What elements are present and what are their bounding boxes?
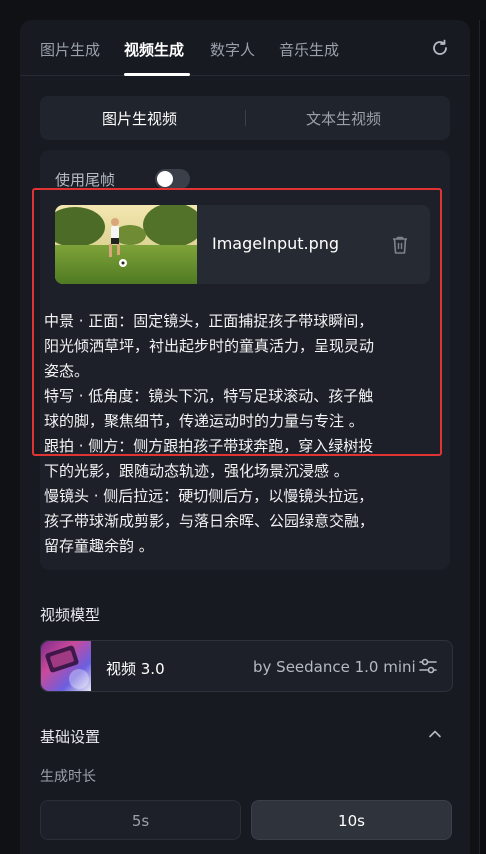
video-generation-panel: 图片生成 视频生成 数字人 音乐生成 图片生视频 文本生视频 使用尾帧 Imag… <box>20 20 470 854</box>
chevron-up-icon[interactable] <box>428 727 442 741</box>
duration-5s-option[interactable]: 5s <box>40 800 241 840</box>
duration-label: 生成时长 <box>40 769 96 785</box>
prompt-line: 球的脚，聚焦细节，传递运动时的力量与专注 。 <box>44 412 364 430</box>
toggle-knob <box>157 171 173 187</box>
active-tab-indicator <box>124 73 190 76</box>
tab-image-generation[interactable]: 图片生成 <box>40 39 100 60</box>
prompt-line: 慢镜头 · 侧后拉远：硬切侧后方，以慢镜头拉远， <box>44 487 374 505</box>
model-thumbnail <box>41 641 91 691</box>
tab-digital-human[interactable]: 数字人 <box>210 39 255 60</box>
prompt-line: 阳光倾洒草坪，衬出起步时的童真活力，呈现灵动 <box>44 337 375 355</box>
top-tabs: 图片生成 视频生成 数字人 音乐生成 <box>20 20 470 76</box>
mode-switch: 图片生视频 文本生视频 <box>40 96 450 140</box>
scroll-edge <box>479 20 486 854</box>
prompt-line: 中景 · 正面：固定镜头，正面捕捉孩子带球瞬间， <box>44 312 374 330</box>
prompt-line: 跟拍 · 侧方：侧方跟拍孩子带球奔跑，穿入绿树投 <box>44 437 374 455</box>
settings-sliders-icon[interactable] <box>418 656 438 676</box>
tab-music-generation[interactable]: 音乐生成 <box>279 39 339 60</box>
prompt-line: 下的光影，跟随动态轨迹，强化场景沉浸感 。 <box>44 462 349 480</box>
text-to-video-option[interactable]: 文本生视频 <box>306 108 381 129</box>
video-model-selector[interactable]: 视频 3.0 by Seedance 1.0 mini <box>40 640 453 692</box>
basic-settings-title: 基础设置 <box>40 728 101 746</box>
refresh-icon[interactable] <box>430 38 450 58</box>
duration-10s-option[interactable]: 10s <box>251 800 452 840</box>
mode-divider <box>245 110 246 126</box>
prompt-line: 留存童趣余韵 。 <box>44 537 154 555</box>
image-to-video-option[interactable]: 图片生视频 <box>102 108 177 129</box>
video-model-title: 视频模型 <box>40 606 101 624</box>
prompt-line: 特写 · 低角度：镜头下沉，特写足球滚动、孩子触 <box>44 387 374 405</box>
tail-frame-toggle[interactable] <box>155 169 190 189</box>
tail-frame-label: 使用尾帧 <box>55 171 116 189</box>
model-name: 视频 3.0 <box>106 660 165 678</box>
tab-video-generation[interactable]: 视频生成 <box>124 39 184 60</box>
model-provider: by Seedance 1.0 mini <box>253 658 416 676</box>
prompt-line: 孩子带球渐成剪影，与落日余晖、公园绿意交融， <box>44 512 375 530</box>
prompt-line: 姿态。 <box>44 362 90 380</box>
